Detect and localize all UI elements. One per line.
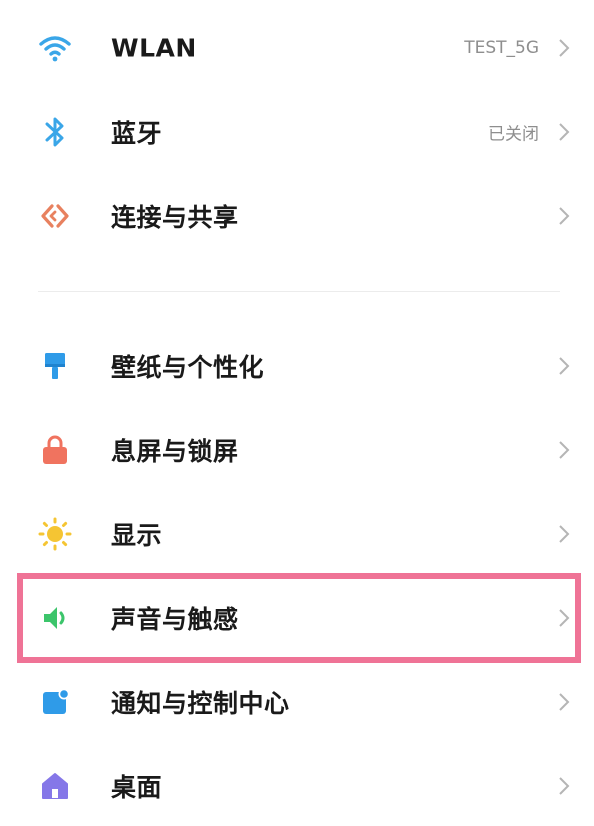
settings-item-notifications[interactable]: 通知与控制中心	[0, 662, 594, 742]
settings-item-label: 息屏与锁屏	[111, 437, 239, 466]
chevron-right-icon	[557, 37, 571, 59]
settings-item-label: 壁纸与个性化	[111, 353, 265, 382]
settings-item-label: 连接与共享	[111, 203, 239, 232]
connection-sharing-icon	[38, 199, 72, 233]
bluetooth-icon	[38, 115, 72, 149]
settings-item-label: WLAN	[111, 33, 197, 63]
notification-icon	[38, 685, 72, 719]
home-icon	[38, 769, 72, 803]
bluetooth-status: 已关闭	[488, 124, 539, 145]
settings-item-bluetooth[interactable]: 蓝牙 已关闭	[0, 92, 594, 172]
settings-item-home-screen[interactable]: 桌面	[0, 746, 594, 826]
chevron-right-icon	[557, 775, 571, 797]
chevron-right-icon	[557, 691, 571, 713]
wifi-icon	[38, 31, 72, 65]
section-divider	[38, 291, 560, 292]
settings-item-label: 通知与控制中心	[111, 689, 290, 718]
chevron-right-icon	[557, 439, 571, 461]
chevron-right-icon	[557, 523, 571, 545]
settings-item-lock-screen[interactable]: 息屏与锁屏	[0, 410, 594, 490]
settings-item-display[interactable]: 显示	[0, 494, 594, 574]
settings-item-label: 声音与触感	[111, 605, 239, 634]
settings-item-label: 桌面	[111, 773, 163, 802]
settings-item-sound[interactable]: 声音与触感	[0, 578, 594, 658]
settings-item-label: 蓝牙	[111, 119, 163, 148]
chevron-right-icon	[557, 205, 571, 227]
lock-icon	[38, 433, 72, 467]
chevron-right-icon	[557, 355, 571, 377]
wlan-network-name: TEST_5G	[464, 38, 539, 58]
speaker-icon	[38, 601, 72, 635]
brightness-icon	[38, 517, 72, 551]
chevron-right-icon	[557, 607, 571, 629]
paint-brush-icon	[38, 349, 72, 383]
settings-item-wlan[interactable]: WLAN TEST_5G	[0, 8, 594, 88]
settings-item-wallpaper[interactable]: 壁纸与个性化	[0, 326, 594, 406]
settings-item-label: 显示	[111, 521, 163, 550]
chevron-right-icon	[557, 121, 571, 143]
settings-item-connection-sharing[interactable]: 连接与共享	[0, 176, 594, 256]
